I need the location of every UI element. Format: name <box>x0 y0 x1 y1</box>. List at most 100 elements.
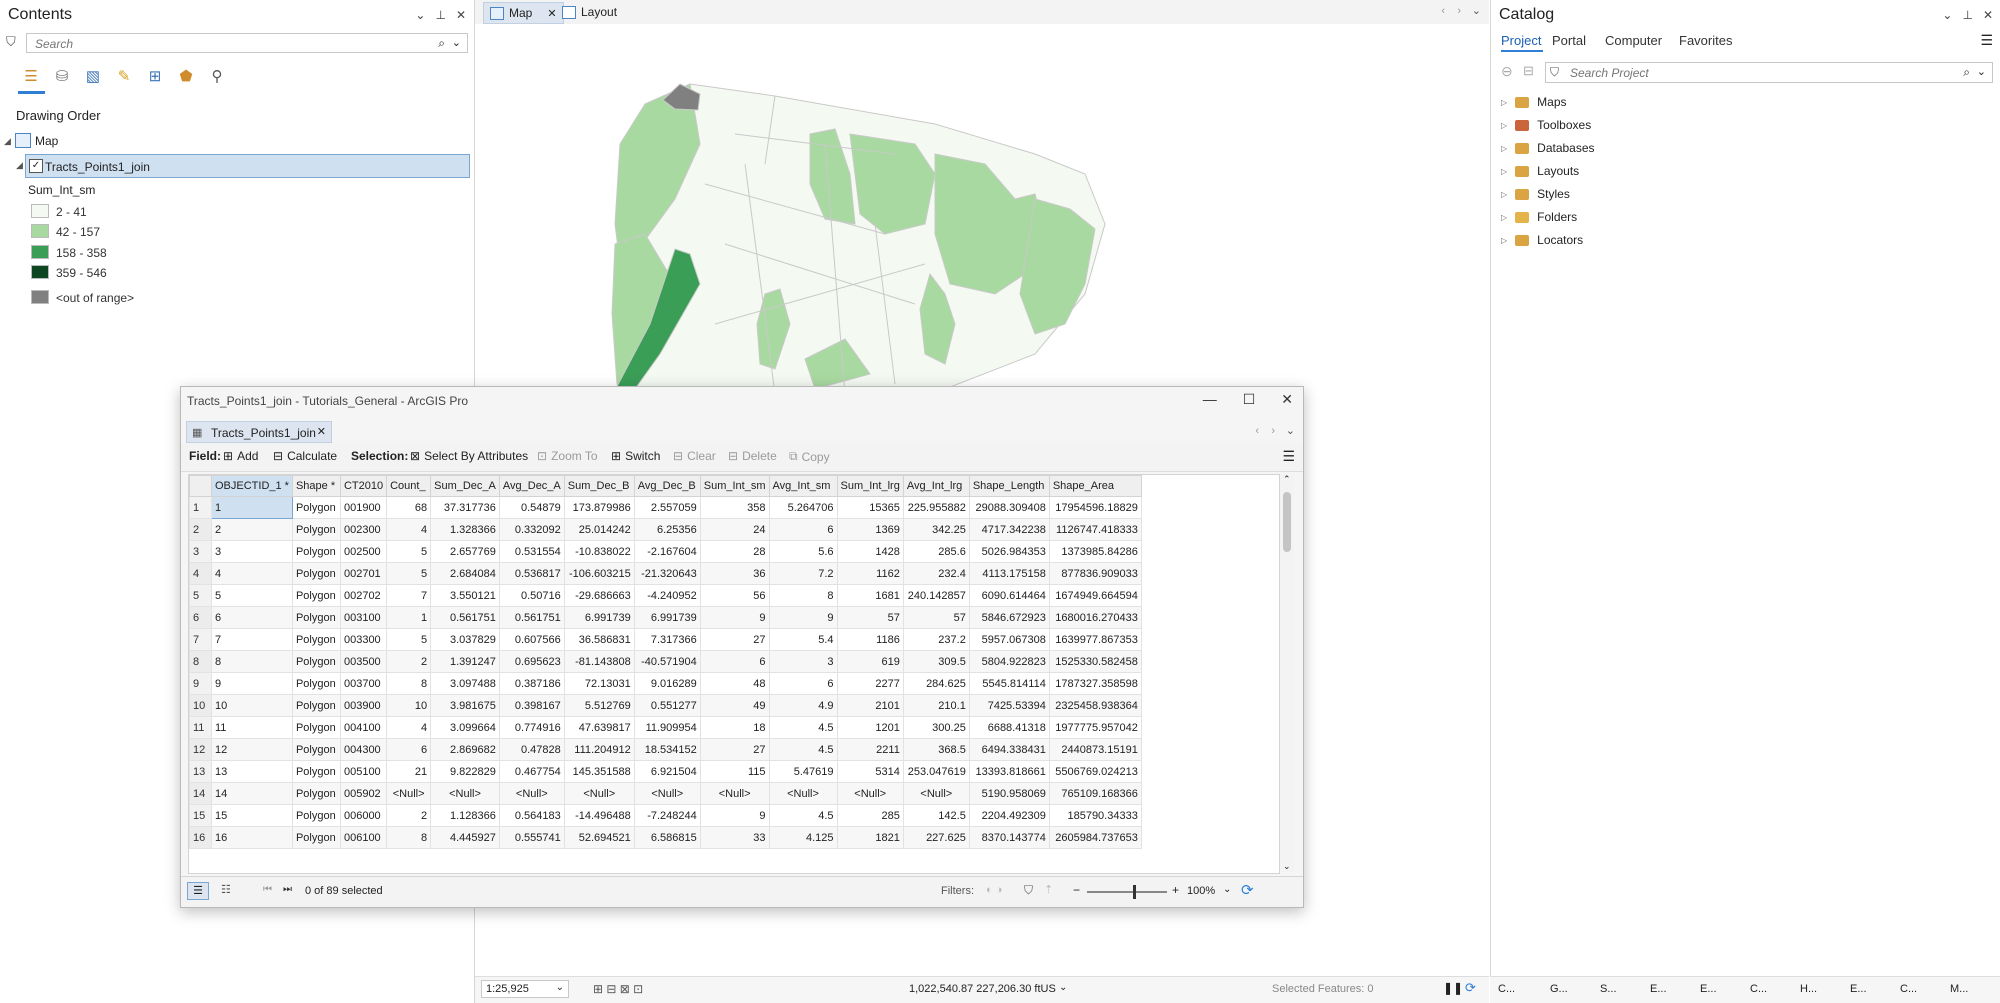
column-header[interactable]: CT2010 <box>339 475 388 497</box>
table-cell[interactable]: 4 <box>211 562 293 585</box>
table-cell[interactable]: 173.879986 <box>563 496 635 519</box>
table-cell[interactable]: -10.838022 <box>563 540 635 563</box>
maximize-icon[interactable]: ☐ <box>1243 391 1256 408</box>
table-cell[interactable]: 1639977.867353 <box>1048 628 1142 651</box>
table-cell[interactable]: 6.586815 <box>633 826 701 849</box>
map-tools-icon[interactable]: ⊞ ⊟ ⊠ ⊡ <box>593 982 643 996</box>
table-cell[interactable]: 003900 <box>339 694 388 717</box>
table-cell[interactable]: 0.607566 <box>498 628 565 651</box>
zoom-in-icon[interactable]: + <box>1172 883 1179 897</box>
table-cell[interactable]: 13393.818661 <box>968 760 1050 783</box>
table-cell[interactable]: 0.387186 <box>498 672 565 695</box>
row-number-cell[interactable]: 1 <box>189 496 212 519</box>
row-number-cell[interactable]: 2 <box>189 518 212 541</box>
table-cell[interactable]: 0.695623 <box>498 650 565 673</box>
contents-search-box[interactable]: ⌕ ⌄ <box>26 33 468 53</box>
table-cell[interactable]: 2101 <box>836 694 904 717</box>
attribute-grid[interactable]: OBJECTID_1 * Shape * CT2010 Count_ Sum_Dec_A… <box>188 474 1280 874</box>
table-cell[interactable]: 3 <box>768 650 838 673</box>
column-header[interactable]: Sum_Int_lrg <box>836 475 904 497</box>
table-cell[interactable]: 003500 <box>339 650 388 673</box>
table-cell[interactable]: 4 <box>386 518 432 541</box>
row-number-cell[interactable]: 9 <box>189 672 212 695</box>
table-cell[interactable]: Polygon <box>291 760 341 783</box>
table-row[interactable]: 3 3 Polygon 002500 5 2.657769 0.531554 -10.8380… <box>189 540 1142 563</box>
table-cell[interactable]: Polygon <box>291 584 341 607</box>
table-cell[interactable]: 11.909954 <box>633 716 701 739</box>
table-cell[interactable]: 0.551277 <box>633 694 701 717</box>
catalog-menu-icon[interactable]: ☰ <box>1980 32 1993 49</box>
table-cell[interactable]: 4.9 <box>768 694 838 717</box>
table-cell[interactable]: 2 <box>211 518 293 541</box>
vertical-scrollbar[interactable]: ⌃ ⌄ <box>1280 474 1294 872</box>
dock-tab-chart[interactable]: C... <box>1750 983 1767 995</box>
table-cell[interactable]: 2 <box>386 650 432 673</box>
row-number-cell[interactable]: 14 <box>189 782 212 805</box>
delete-selection-button[interactable]: ⊟ Delete <box>728 449 777 463</box>
table-cell[interactable]: 145.351588 <box>563 760 635 783</box>
table-cell[interactable]: 7425.53394 <box>968 694 1050 717</box>
table-cell[interactable]: 15 <box>211 804 293 827</box>
table-cell[interactable]: Polygon <box>291 518 341 541</box>
table-cell[interactable]: 2325458.938364 <box>1048 694 1142 717</box>
table-row[interactable]: 2 2 Polygon 002300 4 1.328366 0.332092 25.01424… <box>189 518 1142 541</box>
table-cell[interactable]: 5506769.024213 <box>1048 760 1142 783</box>
catalog-item-maps[interactable]: ▷ Maps <box>1501 92 1567 112</box>
table-cell[interactable]: 0.564183 <box>498 804 565 827</box>
table-cell[interactable]: Polygon <box>291 628 341 651</box>
list-by-labeling-icon[interactable]: ⬟ <box>175 65 197 87</box>
table-row[interactable]: 9 9 Polygon 003700 8 3.097488 0.387186 72.13031… <box>189 672 1142 695</box>
dock-tab-history[interactable]: H... <box>1800 983 1817 995</box>
row-number-cell[interactable]: 7 <box>189 628 212 651</box>
table-row[interactable]: 4 4 Polygon 002701 5 2.684084 0.536817 -106.603… <box>189 562 1142 585</box>
refresh-icon[interactable]: ⟳ <box>1241 881 1254 899</box>
table-cell[interactable]: 002300 <box>339 518 388 541</box>
show-selected-records-icon[interactable]: ☷ <box>221 883 231 896</box>
table-cell[interactable]: -40.571904 <box>633 650 701 673</box>
scroll-down-icon[interactable]: ⌄ <box>1283 861 1291 872</box>
scale-combobox[interactable]: 1:25,925 ⌄ <box>481 980 569 998</box>
table-cell[interactable]: 12 <box>211 738 293 761</box>
table-cell[interactable]: 368.5 <box>902 738 970 761</box>
table-cell[interactable]: 2605984.737653 <box>1048 826 1142 849</box>
column-header[interactable]: Avg_Int_lrg <box>902 475 970 497</box>
pause-drawing-icon[interactable]: ❚❚ <box>1443 981 1463 995</box>
table-cell[interactable]: 253.047619 <box>902 760 970 783</box>
table-cell[interactable]: 5.512769 <box>563 694 635 717</box>
table-cell[interactable]: 0.467754 <box>498 760 565 783</box>
table-cell[interactable]: 002702 <box>339 584 388 607</box>
copy-selection-button[interactable]: ⧉ Copy <box>789 449 830 464</box>
clear-selection-button[interactable]: ⊟ Clear <box>673 449 716 463</box>
table-row[interactable]: 5 5 Polygon 002702 7 3.550121 0.50716 -29.68666… <box>189 584 1142 607</box>
table-cell[interactable]: 142.5 <box>902 804 970 827</box>
search-icon[interactable]: ⌕ <box>438 36 445 51</box>
table-cell[interactable]: 6.991739 <box>633 606 701 629</box>
catalog-item-databases[interactable]: ▷ Databases <box>1501 138 1595 158</box>
row-number-cell[interactable]: 12 <box>189 738 212 761</box>
search-dropdown-icon[interactable]: ⌄ <box>1977 65 1986 78</box>
coords-dropdown-icon[interactable]: ⌄ <box>1059 982 1067 993</box>
list-by-perspective-icon[interactable]: ⚲ <box>206 65 228 87</box>
catalog-tab-project[interactable]: Project <box>1501 33 1541 48</box>
table-cell[interactable]: 0.536817 <box>498 562 565 585</box>
table-cell[interactable]: <Null> <box>699 782 770 805</box>
table-cell[interactable]: <Null> <box>902 782 970 805</box>
table-cell[interactable]: 3.037829 <box>430 628 500 651</box>
table-cell[interactable]: -21.320643 <box>633 562 701 585</box>
dock-tab-export-2[interactable]: E... <box>1700 983 1717 995</box>
table-cell[interactable]: 2 <box>386 804 432 827</box>
filter-table-icon[interactable]: ⛉ <box>1024 883 1033 898</box>
catalog-search-box[interactable]: ⛉ ⌕ ⌄ <box>1545 62 1993 83</box>
table-cell[interactable]: <Null> <box>430 782 500 805</box>
table-cell[interactable]: 5 <box>386 628 432 651</box>
expand-arrow-icon[interactable]: ▷ <box>1501 190 1507 199</box>
filter-extent-icon[interactable]: ◐ ◑ <box>986 884 1002 896</box>
table-cell[interactable]: 0.555741 <box>498 826 565 849</box>
list-by-drawing-order-icon[interactable]: ☰ <box>20 65 42 87</box>
expand-triangle-icon[interactable]: ◢ <box>16 160 23 171</box>
table-cell[interactable]: 5190.958069 <box>968 782 1050 805</box>
catalog-item-toolboxes[interactable]: ▷ Toolboxes <box>1501 115 1591 135</box>
table-cell[interactable]: 8 <box>386 672 432 695</box>
table-cell[interactable]: 5.6 <box>768 540 838 563</box>
table-cell[interactable]: 37.317736 <box>430 496 500 519</box>
